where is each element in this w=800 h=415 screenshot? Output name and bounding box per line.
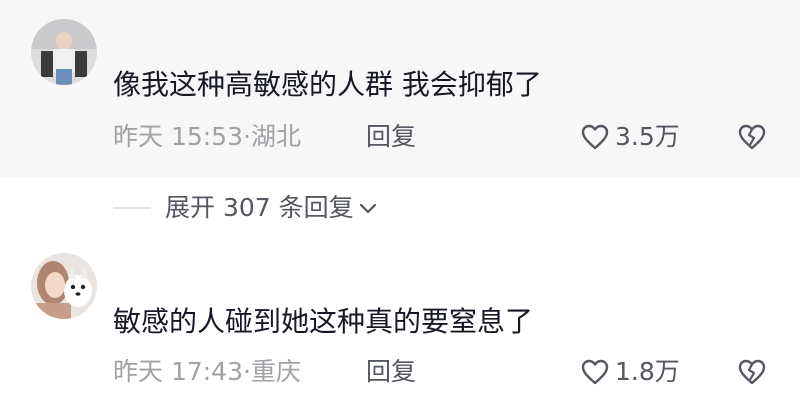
like-count: 3.5万 [615,122,680,151]
chevron-down-icon [358,201,378,215]
heart-icon [581,359,609,385]
comment-time-location: 昨天 15:53·湖北 [113,122,301,151]
heart-icon [581,124,609,150]
reply-button[interactable]: 回复 [366,121,416,153]
reply-button[interactable]: 回复 [366,356,416,388]
avatar[interactable] [31,19,97,85]
like-button[interactable]: 1.8万 [581,356,680,388]
expand-replies-button[interactable]: 展开 307 条回复 [113,192,378,224]
like-button[interactable]: 3.5万 [581,121,680,153]
divider-line [113,207,151,209]
avatar[interactable] [31,253,97,319]
comment-text: 敏感的人碰到她这种真的要窒息了 [113,305,534,338]
comment-time-location: 昨天 17:43·重庆 [113,357,301,386]
dislike-button[interactable] [738,124,766,154]
like-count: 1.8万 [615,357,680,386]
broken-heart-icon [738,124,766,154]
comment-text: 像我这种高敏感的人群 我会抑郁了 [113,68,542,101]
expand-replies-label: 展开 307 条回复 [165,193,354,222]
dislike-button[interactable] [738,359,766,389]
broken-heart-icon [738,359,766,389]
